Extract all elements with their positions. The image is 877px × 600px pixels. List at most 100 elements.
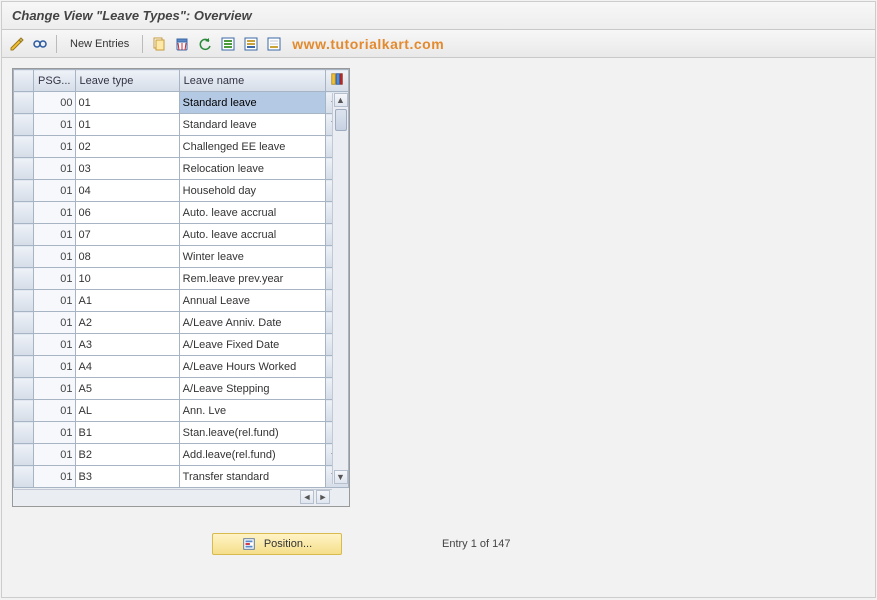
cell-leave-type[interactable]: 02 — [75, 136, 179, 158]
table-row[interactable]: 01A3A/Leave Fixed Date — [14, 334, 349, 356]
cell-leave-type[interactable]: 01 — [75, 92, 179, 114]
cell-leave-type[interactable]: 06 — [75, 202, 179, 224]
cell-leave-type[interactable]: A3 — [75, 334, 179, 356]
cell-leave-type[interactable]: A5 — [75, 378, 179, 400]
cell-psg[interactable]: 01 — [34, 356, 75, 378]
cell-leave-type[interactable]: A4 — [75, 356, 179, 378]
scroll-thumb[interactable] — [335, 109, 347, 131]
cell-leave-type[interactable]: 03 — [75, 158, 179, 180]
cell-psg[interactable]: 01 — [34, 400, 75, 422]
cell-psg[interactable]: 01 — [34, 466, 75, 488]
cell-leave-name[interactable]: Challenged EE leave — [179, 136, 325, 158]
row-selector[interactable] — [14, 114, 34, 136]
row-selector[interactable] — [14, 312, 34, 334]
deselect-all-icon[interactable] — [265, 35, 283, 53]
cell-psg[interactable]: 01 — [34, 224, 75, 246]
select-block-icon[interactable] — [242, 35, 260, 53]
row-selector[interactable] — [14, 268, 34, 290]
cell-leave-name[interactable]: A/Leave Fixed Date — [179, 334, 325, 356]
cell-psg[interactable]: 01 — [34, 444, 75, 466]
table-row[interactable]: 01A5A/Leave Stepping — [14, 378, 349, 400]
cell-psg[interactable]: 01 — [34, 180, 75, 202]
cell-leave-name[interactable]: Standard leave — [179, 114, 325, 136]
cell-psg[interactable]: 00 — [34, 92, 75, 114]
cell-psg[interactable]: 01 — [34, 378, 75, 400]
cell-leave-name[interactable]: Add.leave(rel.fund) — [179, 444, 325, 466]
table-row[interactable]: 0110Rem.leave prev.year — [14, 268, 349, 290]
cell-leave-name[interactable]: Standard leave — [179, 92, 325, 114]
cell-psg[interactable]: 01 — [34, 114, 75, 136]
cell-leave-name[interactable]: Ann. Lve — [179, 400, 325, 422]
column-leave-name[interactable]: Leave name — [179, 70, 325, 92]
row-selector[interactable] — [14, 444, 34, 466]
copy-as-icon[interactable] — [150, 35, 168, 53]
row-selector[interactable] — [14, 202, 34, 224]
cell-leave-type[interactable]: A2 — [75, 312, 179, 334]
cell-leave-name[interactable]: Relocation leave — [179, 158, 325, 180]
table-row[interactable]: 0106Auto. leave accrual — [14, 202, 349, 224]
scroll-left-icon[interactable]: ◄ — [300, 490, 314, 504]
table-row[interactable]: 0001Standard leave — [14, 92, 349, 114]
cell-leave-name[interactable]: Auto. leave accrual — [179, 202, 325, 224]
row-selector[interactable] — [14, 466, 34, 488]
vertical-scrollbar[interactable]: ▲ ▼ — [332, 93, 348, 484]
cell-psg[interactable]: 01 — [34, 422, 75, 444]
display-change-icon[interactable] — [8, 35, 26, 53]
row-selector[interactable] — [14, 356, 34, 378]
row-selector[interactable] — [14, 422, 34, 444]
table-row[interactable]: 0107Auto. leave accrual — [14, 224, 349, 246]
cell-psg[interactable]: 01 — [34, 246, 75, 268]
select-all-icon[interactable] — [219, 35, 237, 53]
cell-psg[interactable]: 01 — [34, 202, 75, 224]
horizontal-scrollbar[interactable]: ◄ ► — [14, 489, 332, 505]
cell-leave-type[interactable]: AL — [75, 400, 179, 422]
cell-psg[interactable]: 01 — [34, 268, 75, 290]
table-row[interactable]: 01A1Annual Leave — [14, 290, 349, 312]
table-row[interactable]: 0104Household day — [14, 180, 349, 202]
table-row[interactable]: 0103Relocation leave — [14, 158, 349, 180]
row-selector[interactable] — [14, 378, 34, 400]
row-selector[interactable] — [14, 334, 34, 356]
cell-leave-type[interactable]: 01 — [75, 114, 179, 136]
undo-change-icon[interactable] — [196, 35, 214, 53]
row-selector[interactable] — [14, 400, 34, 422]
cell-leave-name[interactable]: Rem.leave prev.year — [179, 268, 325, 290]
table-row[interactable]: 01A2A/Leave Anniv. Date — [14, 312, 349, 334]
cell-leave-type[interactable]: 04 — [75, 180, 179, 202]
table-row[interactable]: 0101Standard leave — [14, 114, 349, 136]
cell-psg[interactable]: 01 — [34, 334, 75, 356]
cell-leave-type[interactable]: B3 — [75, 466, 179, 488]
cell-leave-type[interactable]: B1 — [75, 422, 179, 444]
column-psg[interactable]: PSG... — [34, 70, 75, 92]
table-row[interactable]: 0102Challenged EE leave — [14, 136, 349, 158]
cell-psg[interactable]: 01 — [34, 290, 75, 312]
new-entries-button[interactable]: New Entries — [64, 36, 135, 52]
cell-leave-type[interactable]: 10 — [75, 268, 179, 290]
row-selector[interactable] — [14, 246, 34, 268]
cell-leave-name[interactable]: A/Leave Anniv. Date — [179, 312, 325, 334]
table-row[interactable]: 01A4A/Leave Hours Worked — [14, 356, 349, 378]
table-row[interactable]: 01ALAnn. Lve — [14, 400, 349, 422]
table-row[interactable]: 01B1Stan.leave(rel.fund) — [14, 422, 349, 444]
cell-leave-name[interactable]: Transfer standard — [179, 466, 325, 488]
column-leave-type[interactable]: Leave type — [75, 70, 179, 92]
column-selector[interactable] — [14, 70, 34, 92]
cell-psg[interactable]: 01 — [34, 158, 75, 180]
row-selector[interactable] — [14, 136, 34, 158]
row-selector[interactable] — [14, 290, 34, 312]
cell-leave-name[interactable]: Annual Leave — [179, 290, 325, 312]
other-view-icon[interactable] — [31, 35, 49, 53]
scroll-up-icon[interactable]: ▲ — [334, 93, 348, 107]
cell-leave-type[interactable]: 08 — [75, 246, 179, 268]
leave-types-table[interactable]: PSG... Leave type Leave name 0001Standar… — [13, 69, 349, 506]
cell-psg[interactable]: 01 — [34, 312, 75, 334]
cell-leave-name[interactable]: A/Leave Hours Worked — [179, 356, 325, 378]
row-selector[interactable] — [14, 180, 34, 202]
cell-leave-name[interactable]: Stan.leave(rel.fund) — [179, 422, 325, 444]
cell-leave-name[interactable]: Auto. leave accrual — [179, 224, 325, 246]
row-selector[interactable] — [14, 158, 34, 180]
cell-psg[interactable]: 01 — [34, 136, 75, 158]
table-row[interactable]: 01B2Add.leave(rel.fund) — [14, 444, 349, 466]
scroll-down-icon[interactable]: ▼ — [334, 470, 348, 484]
row-selector[interactable] — [14, 92, 34, 114]
